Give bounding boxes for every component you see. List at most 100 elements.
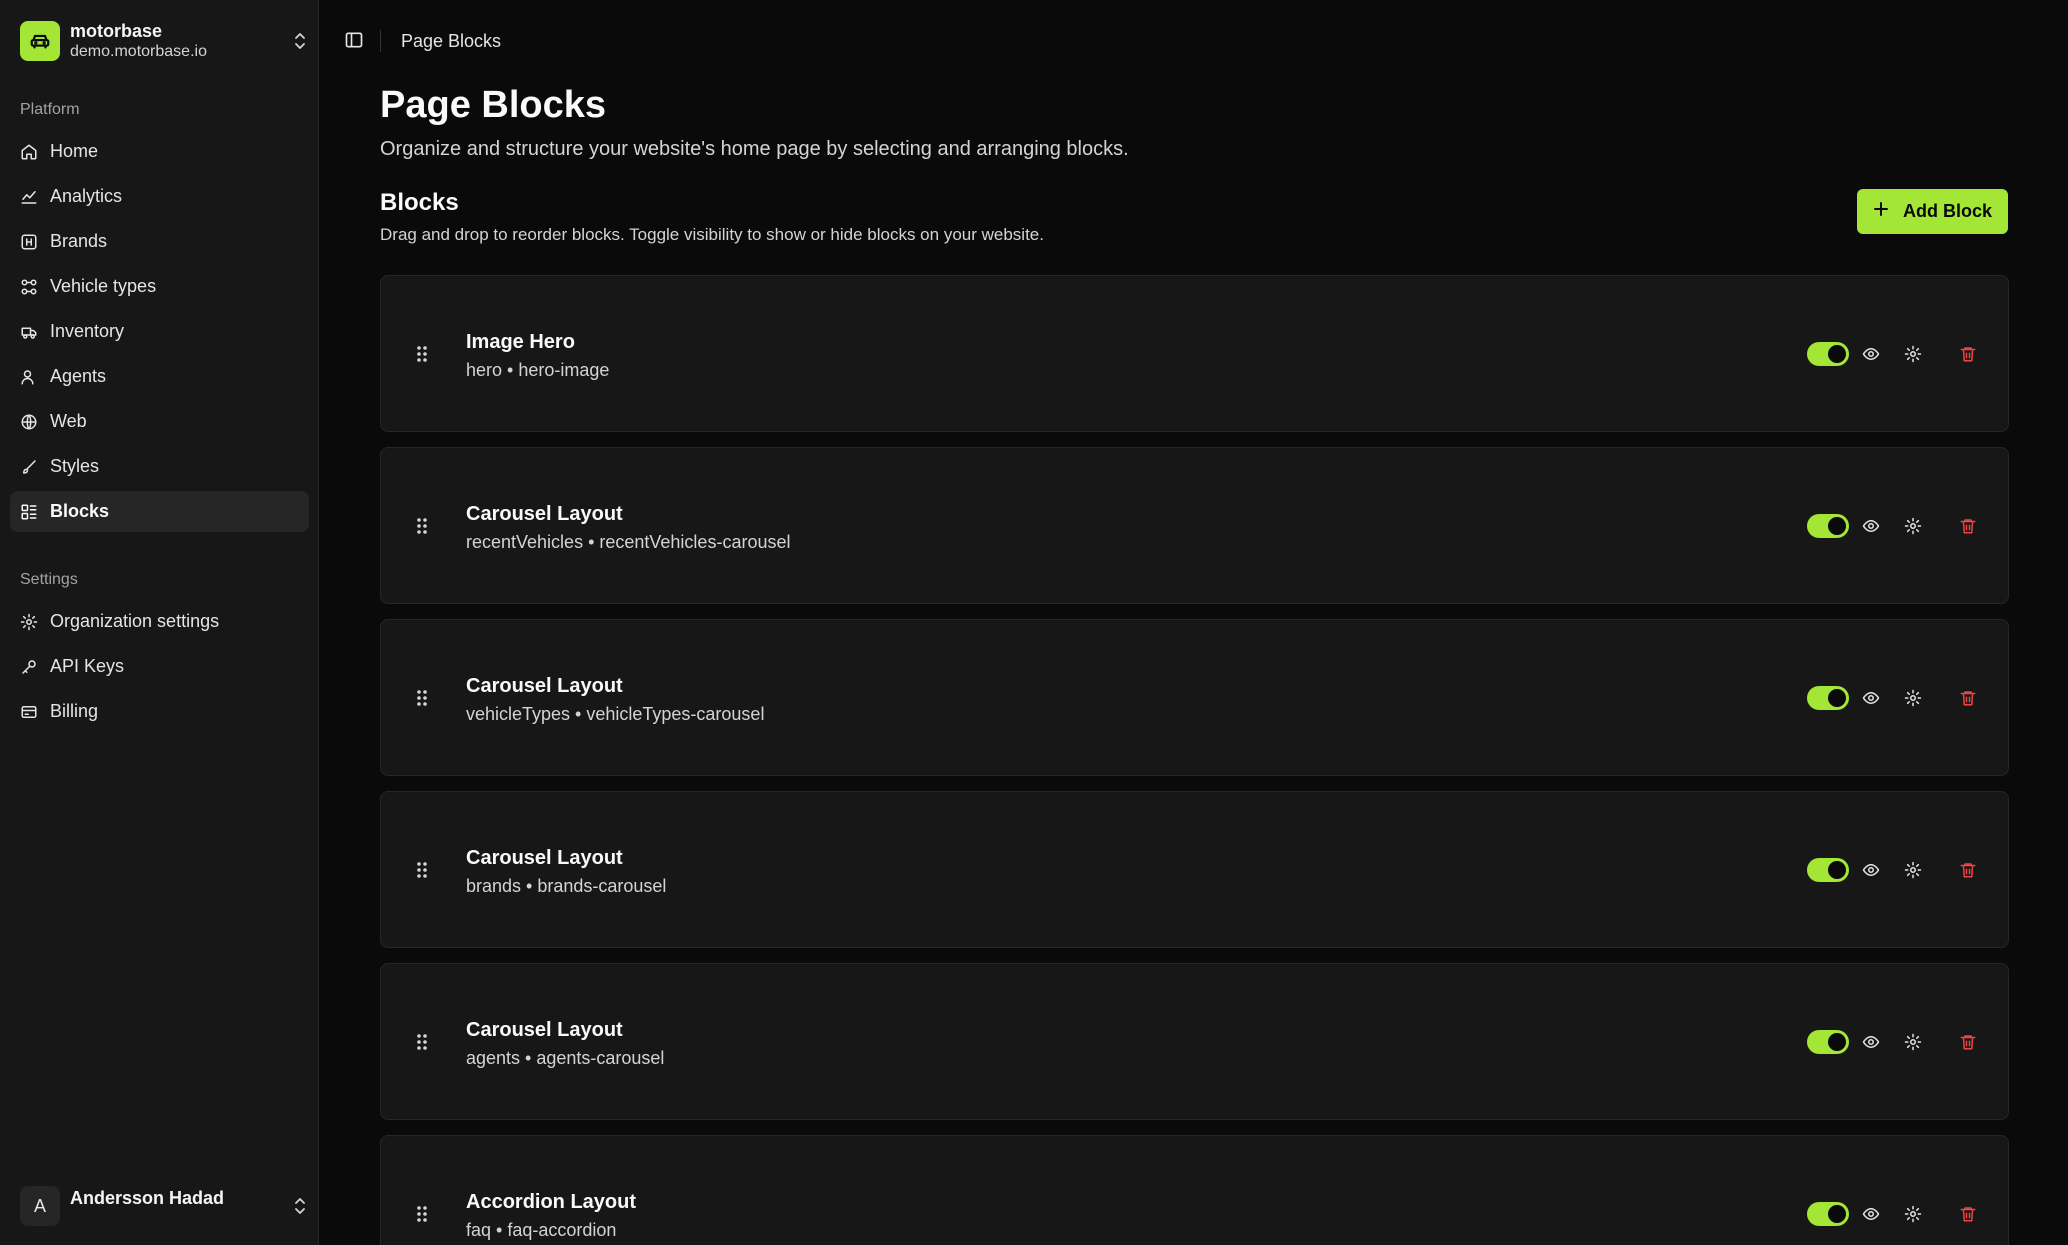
platform-section-label: Platform bbox=[20, 101, 80, 118]
sidebar-item-web[interactable]: Web bbox=[10, 401, 309, 442]
header-divider bbox=[380, 30, 381, 52]
settings-gear-icon[interactable] bbox=[1903, 1032, 1923, 1052]
sidebar-toggle-icon[interactable] bbox=[344, 30, 364, 50]
chart-line-icon bbox=[20, 188, 38, 206]
avatar: A bbox=[20, 1186, 60, 1226]
block-card: Image Hero hero • hero-image bbox=[380, 275, 2009, 432]
eye-icon[interactable] bbox=[1861, 1032, 1881, 1052]
settings-gear-icon[interactable] bbox=[1903, 1204, 1923, 1224]
block-title: Carousel Layout bbox=[466, 1019, 623, 1041]
settings-gear-icon[interactable] bbox=[1903, 860, 1923, 880]
block-subtitle: recentVehicles • recentVehicles-carousel bbox=[466, 532, 791, 552]
globe-icon bbox=[20, 413, 38, 431]
home-icon bbox=[20, 143, 38, 161]
add-block-button[interactable]: Add Block bbox=[1857, 189, 2008, 234]
block-card: Carousel Layout recentVehicles • recentV… bbox=[380, 447, 2009, 604]
block-subtitle: hero • hero-image bbox=[466, 360, 610, 380]
trash-icon[interactable] bbox=[1958, 1204, 1978, 1224]
eye-icon[interactable] bbox=[1861, 688, 1881, 708]
block-title: Carousel Layout bbox=[466, 503, 623, 525]
sidebar-item-label: Inventory bbox=[50, 321, 125, 341]
settings-gear-icon[interactable] bbox=[1903, 516, 1923, 536]
visibility-toggle[interactable] bbox=[1807, 686, 1849, 710]
visibility-toggle[interactable] bbox=[1807, 342, 1849, 366]
sidebar-item-home[interactable]: Home bbox=[10, 131, 309, 172]
settings-nav: Organization settings API Keys Billing bbox=[10, 601, 309, 736]
sidebar-item-analytics[interactable]: Analytics bbox=[10, 176, 309, 217]
car-icon bbox=[20, 21, 60, 61]
org-name: motorbase bbox=[70, 20, 163, 41]
block-card: Carousel Layout agents • agents-carousel bbox=[380, 963, 2009, 1120]
trash-icon[interactable] bbox=[1958, 860, 1978, 880]
block-subtitle: vehicleTypes • vehicleTypes-carousel bbox=[466, 704, 765, 724]
settings-gear-icon[interactable] bbox=[1903, 344, 1923, 364]
blocks-section-description: Drag and drop to reorder blocks. Toggle … bbox=[380, 225, 1044, 244]
sidebar-item-styles[interactable]: Styles bbox=[10, 446, 309, 487]
block-card: Carousel Layout brands • brands-carousel bbox=[380, 791, 2009, 948]
sidebar-item-billing[interactable]: Billing bbox=[10, 691, 309, 732]
visibility-toggle[interactable] bbox=[1807, 1030, 1849, 1054]
sidebar-item-api-keys[interactable]: API Keys bbox=[10, 646, 309, 687]
block-card: Carousel Layout vehicleTypes • vehicleTy… bbox=[380, 619, 2009, 776]
blocks-section-title: Blocks bbox=[380, 189, 459, 216]
sidebar-item-label: Analytics bbox=[50, 186, 123, 206]
trash-icon[interactable] bbox=[1958, 1032, 1978, 1052]
sidebar-item-label: Vehicle types bbox=[50, 276, 157, 296]
sidebar-item-inventory[interactable]: Inventory bbox=[10, 311, 309, 352]
drag-handle-icon[interactable] bbox=[415, 344, 429, 364]
truck-icon bbox=[20, 323, 38, 341]
credit-card-icon bbox=[20, 703, 38, 721]
blocks-header: Blocks Drag and drop to reorder blocks. … bbox=[380, 189, 2008, 261]
sidebar-item-brands[interactable]: Brands bbox=[10, 221, 309, 262]
visibility-toggle[interactable] bbox=[1807, 514, 1849, 538]
blocks-icon bbox=[20, 503, 38, 521]
sidebar-item-vehicle-types[interactable]: Vehicle types bbox=[10, 266, 309, 307]
drag-handle-icon[interactable] bbox=[415, 1204, 429, 1224]
user-menu[interactable]: A Andersson Hadad bbox=[20, 1185, 310, 1227]
chevrons-up-down-icon bbox=[290, 31, 310, 51]
top-bar: Page Blocks bbox=[320, 0, 2068, 82]
trash-icon[interactable] bbox=[1958, 516, 1978, 536]
eye-icon[interactable] bbox=[1861, 516, 1881, 536]
plus-icon bbox=[1873, 201, 1889, 222]
sidebar-item-blocks[interactable]: Blocks bbox=[10, 491, 309, 532]
settings-gear-icon[interactable] bbox=[1903, 688, 1923, 708]
sidebar-item-label: API Keys bbox=[50, 656, 125, 676]
user-name: Andersson Hadad bbox=[70, 1187, 225, 1208]
blocks-list: Image Hero hero • hero-image Carousel La… bbox=[380, 275, 2009, 1245]
block-subtitle: faq • faq-accordion bbox=[466, 1220, 617, 1240]
drag-handle-icon[interactable] bbox=[415, 1032, 429, 1052]
brand-badge-icon bbox=[20, 233, 38, 251]
eye-icon[interactable] bbox=[1861, 860, 1881, 880]
sidebar-item-organization-settings[interactable]: Organization settings bbox=[10, 601, 309, 642]
sidebar-item-label: Web bbox=[50, 411, 87, 431]
block-title: Carousel Layout bbox=[466, 847, 623, 869]
trash-icon[interactable] bbox=[1958, 344, 1978, 364]
visibility-toggle[interactable] bbox=[1807, 858, 1849, 882]
gear-icon bbox=[20, 613, 38, 631]
block-title: Accordion Layout bbox=[466, 1191, 637, 1213]
platform-nav: Home Analytics Brands Vehicle types Inve… bbox=[10, 131, 309, 536]
visibility-toggle[interactable] bbox=[1807, 1202, 1849, 1226]
sidebar-item-label: Styles bbox=[50, 456, 100, 476]
sidebar: motorbase demo.motorbase.io Platform Hom… bbox=[0, 0, 319, 1245]
eye-icon[interactable] bbox=[1861, 344, 1881, 364]
block-title: Image Hero bbox=[466, 331, 575, 353]
eye-icon[interactable] bbox=[1861, 1204, 1881, 1224]
org-domain: demo.motorbase.io bbox=[70, 42, 207, 60]
key-icon bbox=[20, 658, 38, 676]
block-card: Accordion Layout faq • faq-accordion bbox=[380, 1135, 2009, 1245]
sidebar-item-label: Agents bbox=[50, 366, 107, 386]
sidebar-item-label: Billing bbox=[50, 701, 99, 721]
vehicle-types-icon bbox=[20, 278, 38, 296]
drag-handle-icon[interactable] bbox=[415, 688, 429, 708]
sidebar-item-label: Brands bbox=[50, 231, 108, 251]
drag-handle-icon[interactable] bbox=[415, 860, 429, 880]
org-switcher[interactable]: motorbase demo.motorbase.io bbox=[20, 20, 310, 62]
sidebar-item-agents[interactable]: Agents bbox=[10, 356, 309, 397]
drag-handle-icon[interactable] bbox=[415, 516, 429, 536]
user-icon bbox=[20, 368, 38, 386]
trash-icon[interactable] bbox=[1958, 688, 1978, 708]
sidebar-item-label: Blocks bbox=[50, 501, 110, 521]
page-title: Page Blocks bbox=[380, 84, 606, 126]
